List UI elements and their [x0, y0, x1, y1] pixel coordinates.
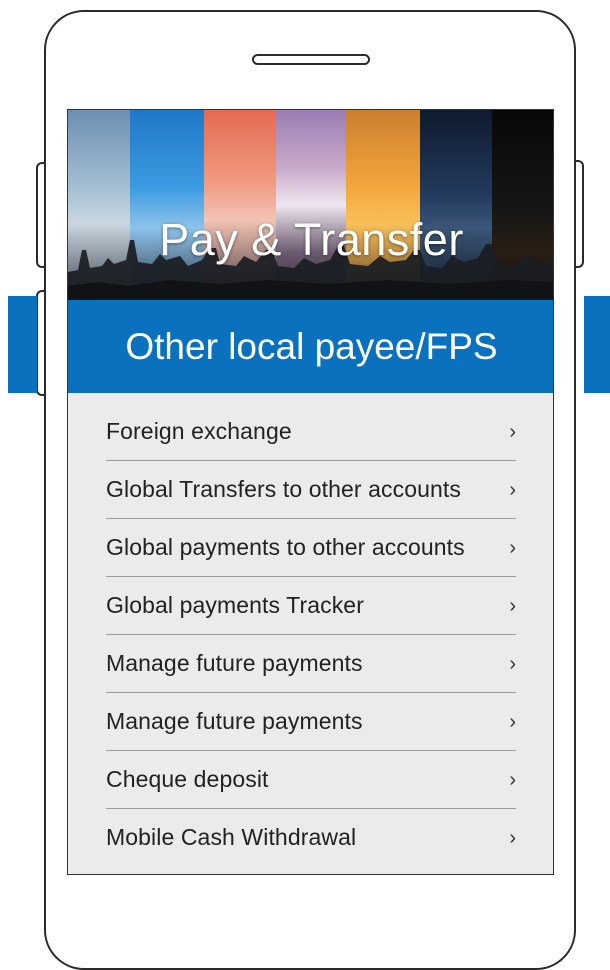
menu-item-foreign-exchange[interactable]: Foreign exchange › — [106, 403, 516, 461]
phone-screen: Pay & Transfer Other local payee/FPS For… — [67, 109, 554, 875]
menu-item-label: Global Transfers to other accounts — [106, 476, 461, 502]
menu-item-global-payments-tracker[interactable]: Global payments Tracker › — [106, 577, 516, 635]
menu-item-label: Mobile Cash Withdrawal — [106, 824, 357, 850]
menu-item-label: Manage future payments — [106, 708, 363, 734]
menu-item-cheque-deposit[interactable]: Cheque deposit › — [106, 751, 516, 809]
menu-item-label: Manage future payments — [106, 650, 363, 676]
menu-item-manage-future-payments-2[interactable]: Manage future payments › — [106, 693, 516, 751]
chevron-right-icon: › — [509, 769, 516, 791]
chevron-right-icon: › — [509, 827, 516, 849]
menu-item-label: Cheque deposit — [106, 766, 269, 792]
menu-item-global-transfers[interactable]: Global Transfers to other accounts › — [106, 461, 516, 519]
menu-item-global-payments[interactable]: Global payments to other accounts › — [106, 519, 516, 577]
hero-banner: Pay & Transfer — [68, 110, 553, 300]
payment-options-list: Foreign exchange › Global Transfers to o… — [106, 403, 516, 867]
chevron-right-icon: › — [509, 595, 516, 617]
section-header: Other local payee/FPS — [68, 300, 553, 393]
chevron-right-icon: › — [509, 537, 516, 559]
chevron-right-icon: › — [509, 653, 516, 675]
phone-speaker — [252, 54, 370, 65]
section-title: Other local payee/FPS — [125, 326, 498, 367]
menu-item-manage-future-payments[interactable]: Manage future payments › — [106, 635, 516, 693]
menu-item-label: Global payments Tracker — [106, 592, 364, 618]
menu-item-mobile-cash-withdrawal[interactable]: Mobile Cash Withdrawal › — [106, 809, 516, 867]
blue-band-extension-right — [584, 296, 610, 393]
menu-item-label: Global payments to other accounts — [106, 534, 465, 560]
menu-item-label: Foreign exchange — [106, 418, 292, 444]
blue-band-extension-left — [8, 296, 37, 393]
chevron-right-icon: › — [509, 711, 516, 733]
page-title: Pay & Transfer — [159, 214, 464, 265]
chevron-right-icon: › — [509, 479, 516, 501]
chevron-right-icon: › — [509, 421, 516, 443]
